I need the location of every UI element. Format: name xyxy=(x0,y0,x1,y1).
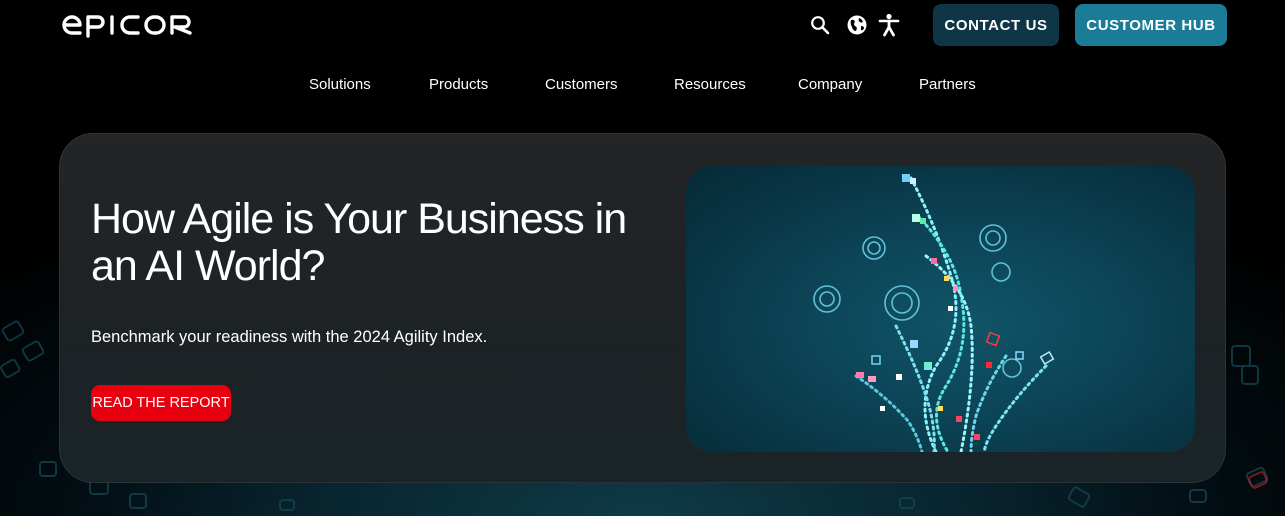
globe-icon[interactable] xyxy=(845,13,869,37)
epicor-logo[interactable] xyxy=(60,12,196,38)
nav-item-solutions[interactable]: Solutions xyxy=(309,76,371,96)
hero-title: How Agile is Your Business in an AI Worl… xyxy=(91,195,627,290)
search-icon[interactable] xyxy=(808,13,832,37)
hero-subtitle: Benchmark your readiness with the 2024 A… xyxy=(91,328,488,346)
nav-item-company[interactable]: Company xyxy=(798,76,862,96)
epicor-logo-mark xyxy=(62,15,192,38)
accessibility-icon[interactable] xyxy=(877,13,901,37)
data-tree-illustration xyxy=(813,174,1055,452)
contact-us-button[interactable]: CONTACT US xyxy=(933,4,1059,46)
hero-image xyxy=(686,166,1195,452)
nav-item-resources[interactable]: Resources xyxy=(674,76,746,96)
read-report-button[interactable]: READ THE REPORT xyxy=(91,385,231,421)
nav-item-partners[interactable]: Partners xyxy=(919,76,976,96)
customer-hub-button[interactable]: CUSTOMER HUB xyxy=(1075,4,1227,46)
nav-item-customers[interactable]: Customers xyxy=(545,76,618,96)
nav-item-products[interactable]: Products xyxy=(429,76,488,96)
